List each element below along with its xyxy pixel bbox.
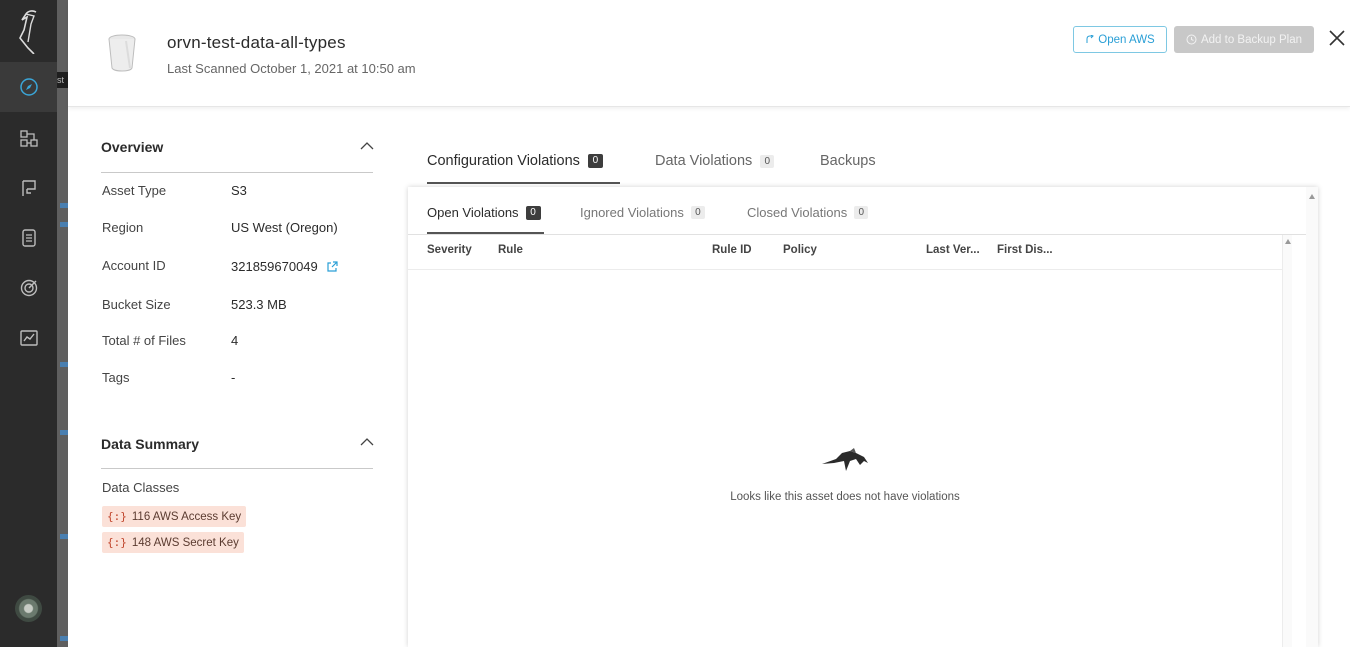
flag-icon [21, 180, 36, 196]
tags-value: - [231, 370, 236, 385]
data-class-symbol: {:} [107, 510, 127, 523]
subtab-open-violations[interactable]: Open Violations 0 [427, 205, 541, 220]
add-to-backup-plan-label: Add to Backup Plan [1200, 33, 1302, 46]
data-class-tag[interactable]: {:} 116 AWS Access Key [102, 506, 247, 527]
table-header-divider [408, 269, 1282, 270]
count-badge: 0 [587, 154, 603, 168]
region-value: US West (Oregon) [231, 220, 338, 235]
background-mark [60, 203, 68, 208]
count-badge: 0 [854, 206, 869, 219]
empty-state-message: Looks like this asset does not have viol… [730, 491, 960, 503]
tags-label: Tags [102, 370, 130, 385]
background-mark [60, 222, 68, 227]
document-icon [21, 229, 36, 247]
nav-item-explore[interactable] [0, 62, 57, 112]
empty-state-bird-icon [822, 448, 868, 471]
collapse-overview-chevron-icon[interactable] [360, 141, 374, 151]
data-class-tag-label: 116 AWS Access Key [131, 510, 242, 523]
region-label: Region [102, 220, 144, 235]
data-classes-label: Data Classes [102, 480, 180, 495]
app-sidebar [0, 0, 57, 647]
data-class-tag[interactable]: {:} 148 AWS Secret Key [102, 532, 244, 553]
overview-divider [101, 172, 373, 173]
scroll-up-arrow-icon[interactable] [1285, 239, 1291, 244]
asset-title: orvn-test-data-all-types [167, 33, 346, 52]
tab-configuration-violations[interactable]: Configuration Violations 0 [427, 153, 603, 169]
active-tab-indicator [427, 182, 620, 184]
open-aws-button[interactable]: Open AWS [1073, 26, 1167, 53]
column-header-rule[interactable]: Rule [498, 244, 523, 256]
subtab-label: Closed Violations [747, 205, 848, 220]
column-header-policy[interactable]: Policy [783, 244, 817, 256]
last-scanned-text: Last Scanned October 1, 2021 at 10:50 am [167, 61, 416, 76]
column-header-first-discovered[interactable]: First Dis... [997, 244, 1053, 256]
close-icon[interactable] [1327, 28, 1347, 48]
asset-type-label: Asset Type [102, 183, 167, 198]
account-id-value: 321859670049 [231, 259, 338, 274]
background-page-peek: st [57, 0, 68, 647]
subtab-divider [408, 234, 1306, 235]
clock-icon [1186, 34, 1197, 45]
background-mark [60, 534, 68, 539]
workflow-icon [19, 130, 38, 147]
subtab-closed-violations[interactable]: Closed Violations 0 [747, 205, 869, 220]
background-mark [60, 636, 68, 641]
bucket-size-label: Bucket Size [102, 297, 171, 312]
count-badge: 0 [525, 205, 541, 220]
column-header-last-verified[interactable]: Last Ver... [926, 244, 980, 256]
subtab-label: Ignored Violations [580, 205, 684, 220]
user-avatar[interactable] [15, 595, 42, 622]
collapse-data-summary-chevron-icon[interactable] [360, 437, 374, 447]
crane-logo-icon[interactable] [14, 8, 44, 54]
drawer-header: orvn-test-data-all-types Last Scanned Oc… [68, 0, 1350, 107]
background-mark [60, 362, 68, 367]
bucket-size-value: 523.3 MB [231, 297, 287, 312]
count-badge: 0 [760, 154, 775, 168]
add-to-backup-plan-button[interactable]: Add to Backup Plan [1174, 26, 1314, 53]
s3-bucket-icon [108, 34, 136, 72]
tab-label: Configuration Violations [427, 153, 580, 169]
asset-type-value: S3 [231, 183, 247, 198]
target-icon [20, 279, 37, 297]
subtab-label: Open Violations [427, 205, 519, 220]
external-arrow-icon [1086, 35, 1095, 43]
account-id-text: 321859670049 [231, 259, 318, 274]
data-class-tag-label: 148 AWS Secret Key [131, 536, 239, 549]
background-peek-label: st [57, 72, 68, 88]
scroll-up-arrow-icon[interactable] [1309, 194, 1315, 199]
asset-detail-drawer: orvn-test-data-all-types Last Scanned Oc… [68, 0, 1350, 647]
panel-scrollbar[interactable] [1306, 187, 1318, 647]
nav-item-flag[interactable] [0, 163, 57, 213]
compass-icon [19, 78, 38, 96]
column-header-severity[interactable]: Severity [427, 244, 472, 256]
chart-icon [19, 330, 38, 346]
data-summary-title: Data Summary [101, 436, 200, 452]
subtab-ignored-violations[interactable]: Ignored Violations 0 [580, 205, 705, 220]
count-badge: 0 [690, 206, 705, 219]
data-class-symbol: {:} [107, 536, 127, 549]
nav-item-targets[interactable] [0, 263, 57, 313]
total-files-label: Total # of Files [102, 333, 186, 348]
data-summary-divider [101, 468, 373, 469]
tab-label: Backups [820, 153, 876, 169]
nav-item-analytics[interactable] [0, 313, 57, 363]
table-scrollbar[interactable] [1282, 235, 1292, 647]
column-header-rule-id[interactable]: Rule ID [712, 244, 752, 256]
overview-title: Overview [101, 139, 164, 155]
violations-panel: Open Violations 0 Ignored Violations 0 C… [408, 187, 1318, 647]
account-id-label: Account ID [102, 258, 166, 273]
nav-item-documents[interactable] [0, 213, 57, 263]
tab-label: Data Violations [655, 153, 753, 169]
total-files-value: 4 [231, 333, 239, 348]
nav-item-workflow[interactable] [0, 113, 57, 163]
external-link-icon[interactable] [326, 261, 338, 273]
open-aws-label: Open AWS [1098, 33, 1155, 46]
background-mark [60, 430, 68, 435]
tab-backups[interactable]: Backups [820, 153, 876, 169]
tab-data-violations[interactable]: Data Violations 0 [655, 153, 775, 169]
